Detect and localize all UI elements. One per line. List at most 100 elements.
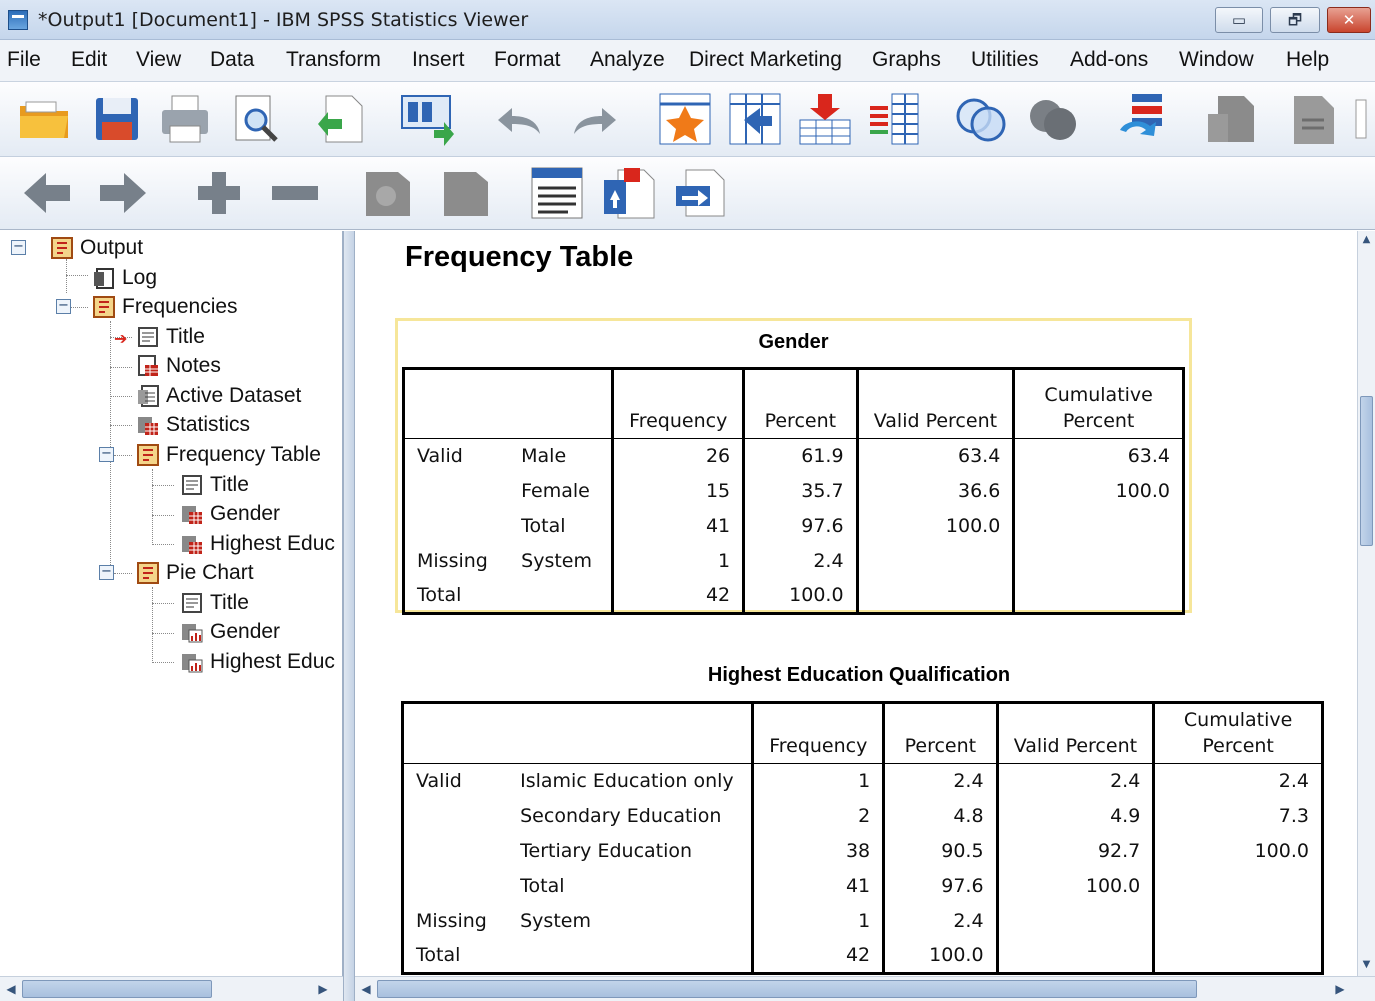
outline-scroll-thumb[interactable] [22,980,212,998]
menu-direct-marketing[interactable]: Direct Marketing [689,48,842,72]
gender-frequency-table[interactable]: Frequency Percent Valid Percent Cumulati… [402,367,1185,615]
menu-format[interactable]: Format [494,48,561,72]
hide-icon[interactable] [438,164,496,222]
vertical-scroll-thumb[interactable] [1360,396,1373,546]
scroll-up-icon[interactable]: ▲ [1360,233,1373,247]
chart-icon [180,650,204,674]
menu-window[interactable]: Window [1179,48,1254,72]
menu-file[interactable]: File [7,48,41,72]
back-icon[interactable] [18,164,76,222]
show-icon[interactable] [360,164,418,222]
menu-insert[interactable]: Insert [412,48,465,72]
print-icon[interactable] [156,90,214,148]
menu-analyze[interactable]: Analyze [590,48,665,72]
header-frequency: Frequency [751,702,884,764]
insert-title-icon[interactable] [600,164,658,222]
expand-icon[interactable] [190,164,248,222]
insert-text-icon[interactable] [672,164,730,222]
table-row: Total 42 100.0 [403,938,1323,974]
minimize-button[interactable]: ▭ [1215,7,1263,33]
log-icon [92,266,116,290]
frequency-table-heading[interactable]: Frequency Table [405,241,633,274]
export-icon[interactable] [312,90,370,148]
collapse-icon[interactable] [266,164,324,222]
table-row: Missing System 1 2.4 [404,543,1184,579]
education-table-block[interactable]: Highest Education Qualification Frequenc… [399,661,1329,976]
overflow-icon[interactable] [1354,90,1368,148]
table-row: Valid Islamic Education only 1 2.4 2.4 2… [403,763,1323,799]
scroll-right-icon[interactable]: ▶ [314,980,332,998]
scroll-right-icon[interactable]: ▶ [1331,980,1349,998]
table-row: Total 42 100.0 [404,578,1184,614]
forward-icon[interactable] [94,164,152,222]
collapse-frequency-table-toggle[interactable]: − [99,447,114,462]
table-row: Valid Male 26 61.9 63.4 63.4 [404,438,1184,474]
window-title: *Output1 [Document1] - IBM SPSS Statisti… [38,9,529,31]
table-row: Total 41 97.6 100.0 [404,508,1184,544]
table-row: Secondary Education 2 4.8 4.9 7.3 [403,798,1323,834]
menu-graphs[interactable]: Graphs [872,48,941,72]
table-icon [180,502,204,526]
procedure-book-icon [136,443,160,467]
collapse-pie-chart-toggle[interactable]: − [99,565,114,580]
header-blank [402,702,753,764]
menu-help[interactable]: Help [1286,48,1329,72]
spss-app-icon[interactable] [8,10,28,30]
designated-window-icon[interactable] [1202,90,1260,148]
scroll-left-icon[interactable]: ◀ [2,980,20,998]
scroll-left-icon[interactable]: ◀ [357,980,375,998]
insert-variable-icon[interactable] [866,90,924,148]
split-file-icon[interactable] [1024,90,1082,148]
gender-table-block[interactable]: Gender Frequency Percent Valid Percent C… [395,318,1192,615]
output-book-icon [50,236,74,260]
menu-utilities[interactable]: Utilities [971,48,1039,72]
print-preview-icon[interactable] [226,90,284,148]
undo-icon[interactable] [490,90,548,148]
weight-cases-icon[interactable] [952,90,1010,148]
scroll-down-icon[interactable]: ▼ [1360,958,1373,972]
menu-data[interactable]: Data [210,48,254,72]
menu-view[interactable]: View [136,48,181,72]
education-frequency-table[interactable]: Frequency Percent Valid Percent Cumulati… [401,701,1324,975]
outline-toolbar [0,157,1375,230]
insert-output-icon[interactable] [1284,90,1342,148]
open-folder-icon[interactable] [16,90,74,148]
collapse-frequencies-toggle[interactable]: − [56,299,71,314]
goto-case-icon[interactable] [656,90,714,148]
gender-table-title: Gender [758,331,829,353]
output-scroll-thumb[interactable] [377,980,1197,998]
value-labels-icon[interactable] [1112,90,1170,148]
output-content-pane[interactable]: Frequency Table Gender Frequency Percent… [355,231,1357,976]
menu-edit[interactable]: Edit [71,48,107,72]
goto-variable-icon[interactable] [726,90,784,148]
education-table-title: Highest Education Qualification [707,664,1011,686]
close-button[interactable]: ✕ [1327,7,1371,33]
menu-add-ons[interactable]: Add-ons [1070,48,1148,72]
menu-transform[interactable]: Transform [286,48,381,72]
table-row: Missing System 1 2.4 [403,903,1323,939]
outline-horizontal-scrollbar[interactable]: ◀ ▶ [0,976,343,1001]
menu-bar: File Edit View Data Transform Insert For… [0,40,1375,82]
header-percent: Percent [882,702,998,764]
notes-icon [136,354,160,378]
insert-cases-icon[interactable] [796,90,854,148]
save-icon[interactable] [88,90,146,148]
recall-dialog-icon[interactable] [398,90,456,148]
title-icon [180,473,204,497]
procedure-book-icon [136,561,160,585]
redo-icon[interactable] [566,90,624,148]
restore-button[interactable]: 🗗 [1270,7,1320,33]
title-bar[interactable]: *Output1 [Document1] - IBM SPSS Statisti… [0,0,1375,40]
procedure-book-icon [92,295,116,319]
pane-splitter[interactable] [343,231,355,1001]
outline-pane[interactable]: − − − − ➔ Output Log Frequencies Title N… [0,231,343,976]
collapse-output-toggle[interactable]: − [11,240,26,255]
spss-viewer-window: *Output1 [Document1] - IBM SPSS Statisti… [0,0,1375,1001]
dataset-icon [136,384,160,408]
output-horizontal-scrollbar[interactable]: ◀ ▶ [355,976,1375,1001]
header-frequency: Frequency [611,368,744,439]
vertical-scrollbar[interactable]: ▲ ▼ [1357,231,1375,976]
header-percent: Percent [742,368,858,439]
insert-heading-icon[interactable] [528,164,586,222]
header-blank [403,368,613,439]
